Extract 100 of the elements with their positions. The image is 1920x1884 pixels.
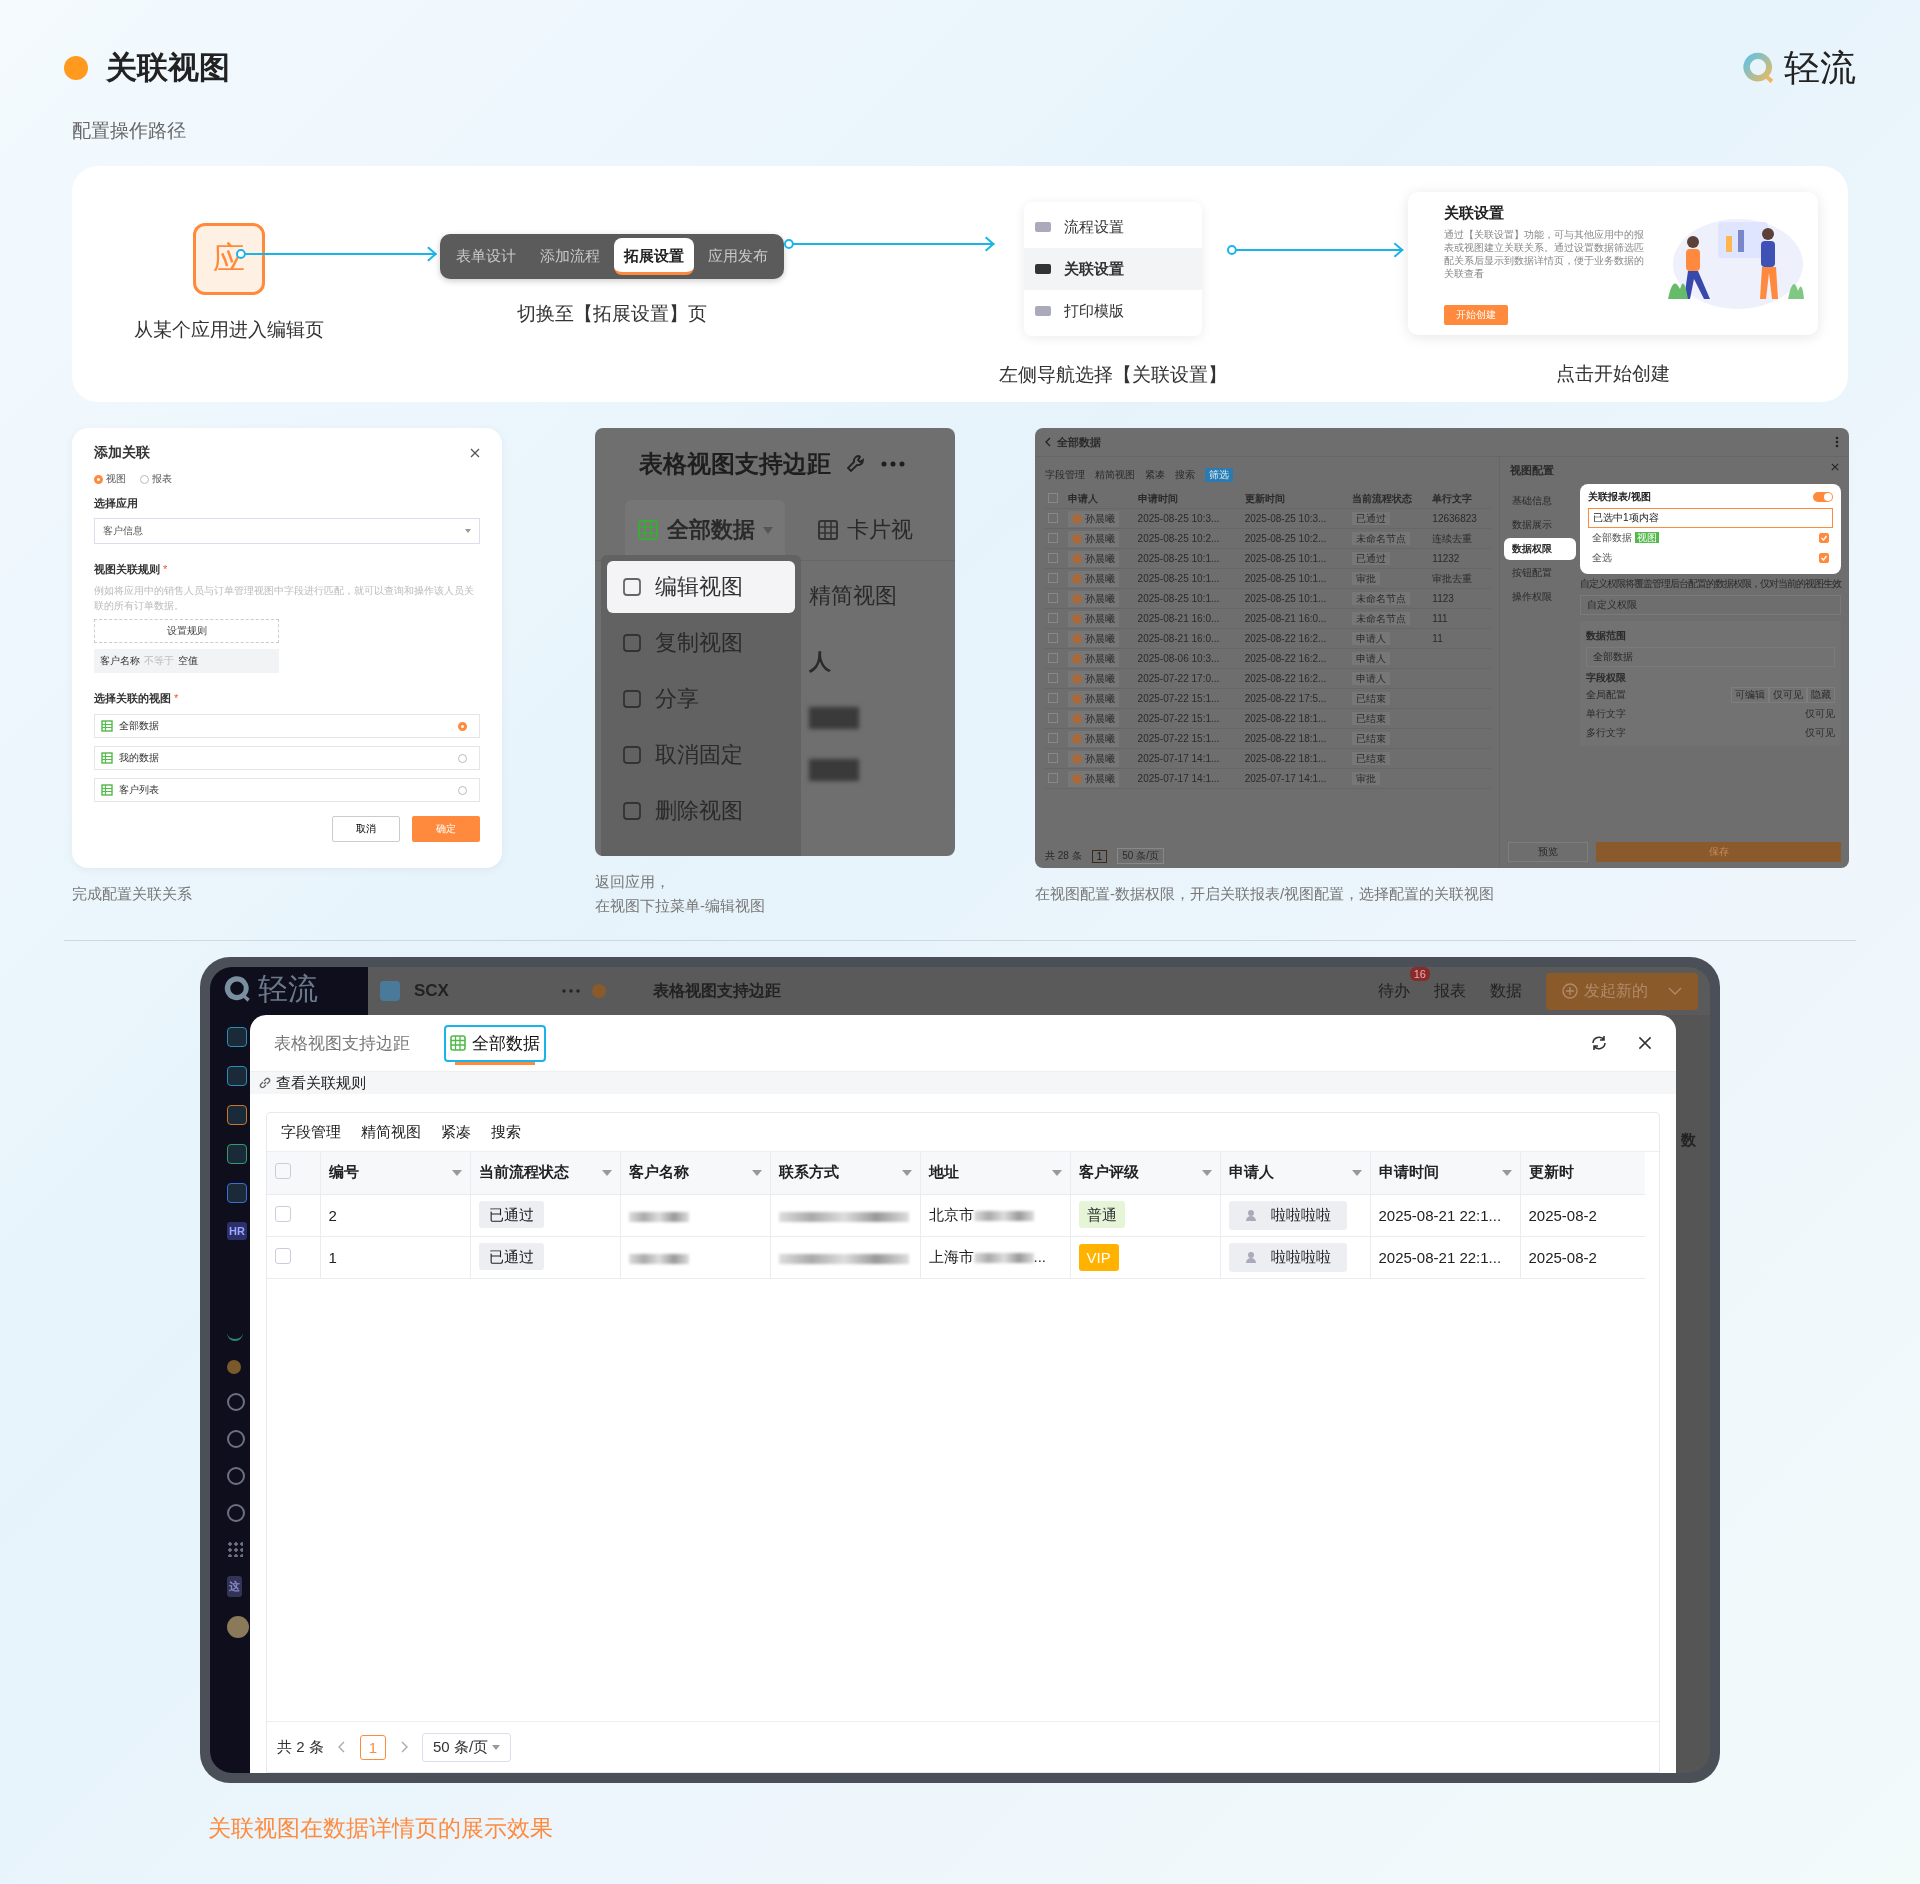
close-icon[interactable] bbox=[470, 448, 480, 458]
checkbox[interactable] bbox=[1048, 712, 1058, 723]
add-icon[interactable] bbox=[592, 984, 606, 998]
checkbox[interactable] bbox=[1048, 512, 1058, 523]
caret-icon[interactable] bbox=[901, 1169, 912, 1176]
caret-icon[interactable] bbox=[1351, 1169, 1362, 1176]
app-name[interactable]: SCX bbox=[414, 981, 449, 1001]
caret-icon[interactable] bbox=[601, 1169, 612, 1176]
radio-button[interactable] bbox=[458, 785, 467, 795]
row-checkbox[interactable] bbox=[275, 1205, 291, 1222]
app-icon[interactable] bbox=[227, 1105, 247, 1125]
view-option[interactable]: 客户列表 bbox=[94, 778, 480, 802]
checkbox[interactable] bbox=[1048, 652, 1058, 663]
radio-button[interactable] bbox=[94, 474, 103, 484]
menu-item[interactable]: 分享 bbox=[607, 673, 795, 725]
back-icon[interactable] bbox=[1045, 437, 1051, 447]
refresh-icon[interactable] bbox=[1590, 1034, 1608, 1052]
menu-item[interactable]: 取消固定 bbox=[607, 729, 795, 781]
view-tab[interactable]: 精简视图 bbox=[809, 581, 897, 611]
toolbar-button[interactable]: 搜索 bbox=[1175, 468, 1195, 482]
checkbox[interactable] bbox=[1048, 732, 1058, 743]
report-link[interactable]: 报表 bbox=[1434, 980, 1466, 1002]
radio-button[interactable] bbox=[458, 721, 467, 731]
app-icon[interactable] bbox=[227, 1066, 247, 1086]
checkbox[interactable] bbox=[1819, 553, 1829, 563]
checkbox[interactable] bbox=[1048, 692, 1058, 703]
mode-button[interactable]: 隐藏 bbox=[1807, 686, 1835, 703]
checkbox[interactable] bbox=[1048, 672, 1058, 683]
radio-label[interactable]: 报表 bbox=[152, 472, 172, 486]
nav-item[interactable]: 关联设置 bbox=[1023, 248, 1202, 290]
caret-icon[interactable] bbox=[451, 1169, 462, 1176]
tab[interactable]: 拓展设置 bbox=[613, 238, 694, 275]
caret-icon[interactable] bbox=[751, 1169, 762, 1176]
caret-icon[interactable] bbox=[1201, 1169, 1212, 1176]
mode-button[interactable]: 可编辑 bbox=[1731, 686, 1769, 703]
menu-item[interactable]: 复制视图 bbox=[607, 617, 795, 669]
page-size-select[interactable]: 50 条/页 bbox=[422, 1732, 512, 1762]
view-option[interactable]: 全部数据 bbox=[94, 714, 480, 738]
caret-icon[interactable] bbox=[763, 526, 773, 534]
tab[interactable]: 表格视图支持边距 bbox=[270, 1026, 414, 1060]
cancel-button[interactable]: 取消 bbox=[332, 816, 400, 842]
checkbox[interactable] bbox=[1819, 533, 1829, 543]
select-field[interactable]: 全部数据 bbox=[1586, 647, 1835, 667]
view-tab[interactable]: 卡片视 bbox=[805, 500, 925, 560]
select-field[interactable]: 已选中1项内容 bbox=[1588, 508, 1833, 528]
avatar[interactable] bbox=[227, 1616, 249, 1638]
tab[interactable]: 全部数据 bbox=[444, 1024, 546, 1062]
radio-label[interactable]: 视图 bbox=[106, 472, 126, 486]
caret-icon[interactable] bbox=[1051, 1169, 1062, 1176]
toolbar-button[interactable]: 字段管理 bbox=[1045, 468, 1085, 482]
toolbar-button[interactable]: 精简视图 bbox=[361, 1122, 421, 1142]
checkbox[interactable] bbox=[1048, 752, 1058, 763]
checkbox[interactable] bbox=[1048, 772, 1058, 783]
more-icon[interactable] bbox=[1835, 436, 1839, 448]
rule-link[interactable]: 查看关联规则 bbox=[258, 1073, 366, 1093]
more-icon[interactable] bbox=[881, 461, 905, 467]
checkbox[interactable] bbox=[1048, 632, 1058, 643]
toolbar-button[interactable]: 搜索 bbox=[491, 1122, 521, 1142]
tab[interactable]: 应用发布 bbox=[697, 238, 778, 275]
toolbar-button[interactable]: 字段管理 bbox=[281, 1122, 341, 1142]
option-row[interactable]: 全选 bbox=[1588, 548, 1833, 568]
page-button[interactable]: 1 bbox=[1091, 849, 1108, 863]
new-button[interactable]: 发起新的 bbox=[1546, 972, 1698, 1010]
confirm-button[interactable]: 确定 bbox=[412, 816, 480, 842]
toggle-switch[interactable] bbox=[1813, 492, 1833, 502]
nav-item[interactable]: 打印模版 bbox=[1023, 290, 1202, 332]
nav-item[interactable]: 数据权限 bbox=[1504, 538, 1576, 560]
radio-button[interactable] bbox=[140, 474, 149, 484]
app-icon[interactable] bbox=[227, 1360, 241, 1374]
checkbox[interactable] bbox=[1048, 592, 1058, 603]
page-button[interactable]: 1 bbox=[359, 1734, 387, 1760]
checkbox[interactable] bbox=[1048, 612, 1058, 623]
radio-button[interactable] bbox=[458, 753, 467, 763]
caret-icon[interactable] bbox=[1501, 1169, 1512, 1176]
next-page-icon[interactable] bbox=[400, 1741, 409, 1753]
todo-link[interactable]: 待办 bbox=[1378, 981, 1410, 999]
row-checkbox[interactable] bbox=[275, 1247, 291, 1264]
view-option[interactable]: 我的数据 bbox=[94, 746, 480, 770]
toolbar-button[interactable]: 紧凑 bbox=[1145, 468, 1165, 482]
option-row[interactable]: 全部数据 视图 bbox=[1588, 528, 1833, 548]
close-icon[interactable] bbox=[1638, 1036, 1652, 1050]
start-button[interactable]: 开始创建 bbox=[1444, 305, 1508, 325]
set-rule-button[interactable]: 设置规则 bbox=[94, 619, 279, 643]
checkbox[interactable] bbox=[1048, 532, 1058, 543]
menu-item[interactable]: 编辑视图 bbox=[607, 561, 795, 613]
more-icon[interactable] bbox=[562, 989, 580, 993]
app-icon[interactable] bbox=[227, 1144, 247, 1164]
wrench-icon[interactable] bbox=[845, 453, 867, 475]
checkbox[interactable] bbox=[275, 1163, 291, 1180]
app-icon[interactable] bbox=[227, 1027, 247, 1047]
checkbox[interactable] bbox=[1048, 492, 1058, 503]
app-icon[interactable]: HR bbox=[227, 1222, 247, 1240]
checkbox[interactable] bbox=[1048, 552, 1058, 563]
page-size-select[interactable]: 50 条/页 bbox=[1117, 848, 1164, 864]
save-button[interactable]: 保存 bbox=[1596, 842, 1841, 862]
tab[interactable]: 表单设计 bbox=[445, 238, 526, 275]
app-icon[interactable] bbox=[227, 1183, 247, 1203]
checkbox[interactable] bbox=[1048, 572, 1058, 583]
toolbar-button[interactable]: 筛选 bbox=[1205, 468, 1233, 482]
tab[interactable]: 添加流程 bbox=[529, 238, 610, 275]
